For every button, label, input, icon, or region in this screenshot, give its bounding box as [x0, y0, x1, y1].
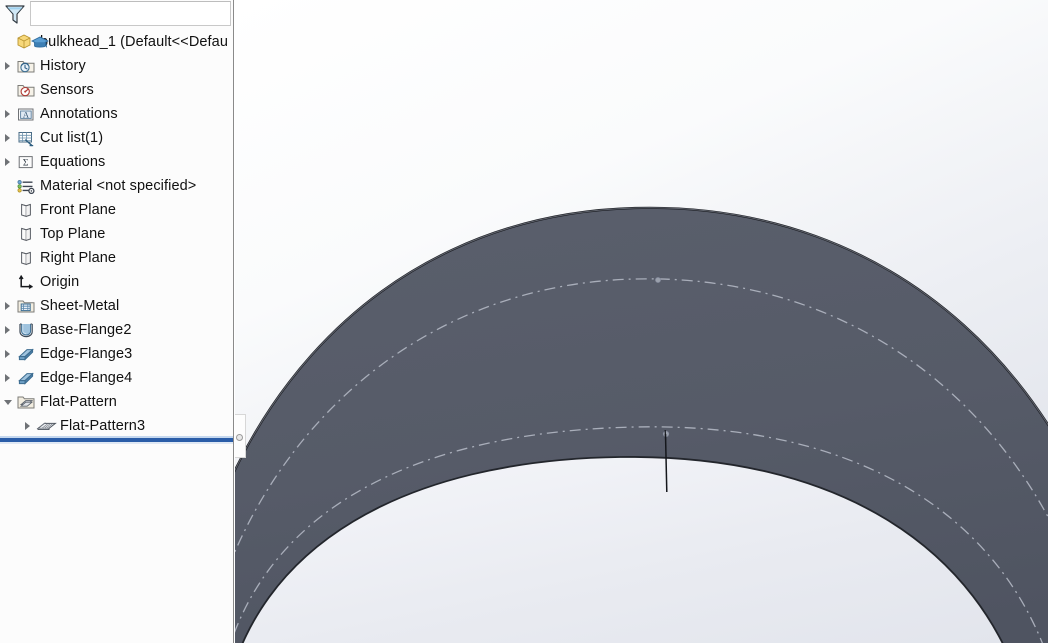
tree-item-flat-pattern3[interactable]: Flat-Pattern3 — [0, 414, 233, 438]
twisty-collapsed-icon[interactable] — [0, 294, 16, 318]
sheet-metal-folder-icon — [16, 296, 36, 316]
tree-item-label: Cut list(1) — [40, 130, 104, 146]
tree-item-label: Annotations — [40, 106, 118, 122]
tree-item-label: Top Plane — [40, 226, 106, 242]
tree-item-equations[interactable]: Σ Equations — [0, 150, 233, 174]
twisty-collapsed-icon[interactable] — [0, 102, 16, 126]
twisty-none — [0, 246, 16, 270]
tree-item-annotations[interactable]: A Annotations — [0, 102, 233, 126]
plane-icon — [16, 200, 36, 220]
tree-item-label: Origin — [40, 274, 80, 290]
tree-item-label: History — [40, 58, 86, 74]
cut-list-icon — [16, 128, 36, 148]
tree-item-label: Base-Flange2 — [40, 322, 132, 338]
twisty-none — [0, 78, 16, 102]
tree-item-front-plane[interactable]: Front Plane — [0, 198, 233, 222]
tree-item-origin[interactable]: Origin — [0, 270, 233, 294]
feature-manager-panel: bulkhead_1 (Default<<Defau History Senso… — [0, 0, 234, 643]
tree-item-edge-flange3[interactable]: Edge-Flange3 — [0, 342, 233, 366]
twisty-collapsed-icon[interactable] — [0, 342, 16, 366]
filter-funnel-icon[interactable] — [2, 1, 28, 27]
history-folder-icon — [16, 56, 36, 76]
tree-item-label: Sheet-Metal — [40, 298, 120, 314]
tree-item-history[interactable]: History — [0, 54, 233, 78]
sensors-folder-icon — [16, 80, 36, 100]
tree-item-sensors[interactable]: Sensors — [0, 78, 233, 102]
tree-item-label: Equations — [40, 154, 106, 170]
edge-flange-icon — [16, 344, 36, 364]
model-render[interactable] — [235, 0, 1048, 643]
twisty-collapsed-icon[interactable] — [0, 126, 16, 150]
tree-item-label: Sensors — [40, 82, 94, 98]
twisty-none — [0, 198, 16, 222]
twisty-collapsed-icon[interactable] — [0, 318, 16, 342]
bend-line-midpoint-marker-outer — [655, 277, 661, 283]
twisty-collapsed-icon[interactable] — [0, 366, 16, 390]
part-document-icon — [16, 32, 50, 52]
tree-item-base-flange2[interactable]: Base-Flange2 — [0, 318, 233, 342]
twisty-none — [0, 270, 16, 294]
twisty-none — [0, 174, 16, 198]
origin-axes-icon — [16, 272, 36, 292]
plane-icon — [16, 224, 36, 244]
twisty-none — [0, 30, 16, 54]
edge-flange-icon — [16, 368, 36, 388]
svg-text:Σ: Σ — [23, 157, 29, 168]
flat-pattern-icon — [36, 416, 57, 436]
tree-item-label: Front Plane — [40, 202, 117, 218]
tree-item-bulkhead-1[interactable]: bulkhead_1 (Default<<Defau — [0, 30, 233, 54]
svg-text:A: A — [23, 110, 29, 119]
feature-tree-lower-empty-area — [0, 446, 233, 643]
feature-tree-filter-bar — [0, 0, 233, 28]
flyout-handle-grip-icon — [236, 434, 243, 441]
tree-item-label: Edge-Flange4 — [40, 370, 133, 386]
tree-item-label: Right Plane — [40, 250, 117, 266]
tree-item-label: Material <not specified> — [40, 178, 197, 194]
annotations-folder-icon: A — [16, 104, 36, 124]
twisty-collapsed-icon[interactable] — [0, 150, 16, 174]
feature-tree-list[interactable]: bulkhead_1 (Default<<Defau History Senso… — [0, 30, 233, 440]
flyout-tree-handle[interactable] — [235, 414, 246, 458]
tree-item-label: Edge-Flange3 — [40, 346, 133, 362]
solidworks-window: bulkhead_1 (Default<<Defau History Senso… — [0, 0, 1048, 643]
material-icon — [16, 176, 36, 196]
plane-icon — [16, 248, 36, 268]
twisty-collapsed-icon[interactable] — [0, 54, 16, 78]
tree-item-sheet-metal[interactable]: Sheet-Metal — [0, 294, 233, 318]
tree-item-label: Flat-Pattern3 — [60, 418, 146, 434]
feature-tree-splitter[interactable] — [0, 436, 233, 446]
tree-item-top-plane[interactable]: Top Plane — [0, 222, 233, 246]
tree-item-cut-list[interactable]: Cut list(1) — [0, 126, 233, 150]
tree-item-edge-flange4[interactable]: Edge-Flange4 — [0, 366, 233, 390]
tree-item-flat-pattern-folder[interactable]: Flat-Pattern — [0, 390, 233, 414]
feature-tree-filter-input[interactable] — [30, 1, 231, 26]
splitter-highlight-bottom — [0, 442, 233, 444]
tree-item-label: bulkhead_1 (Default<<Defau — [40, 34, 229, 50]
tree-item-material[interactable]: Material <not specified> — [0, 174, 233, 198]
tree-item-label: Flat-Pattern — [40, 394, 117, 410]
twisty-none — [0, 222, 16, 246]
equations-icon: Σ — [16, 152, 36, 172]
base-flange-icon — [16, 320, 36, 340]
twisty-expanded-icon[interactable] — [0, 390, 16, 414]
flat-pattern-folder-icon — [16, 392, 36, 412]
twisty-collapsed-icon[interactable] — [20, 414, 36, 438]
graphics-area[interactable] — [235, 0, 1048, 643]
tree-item-right-plane[interactable]: Right Plane — [0, 246, 233, 270]
